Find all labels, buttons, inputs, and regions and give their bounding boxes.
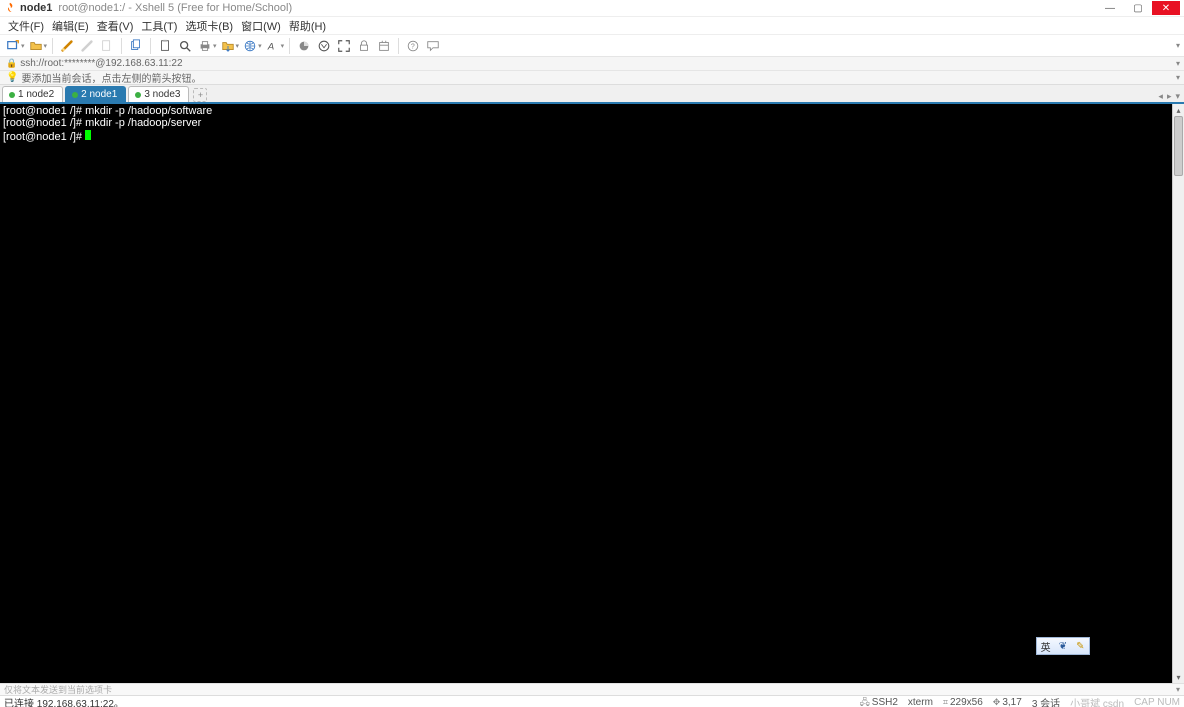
- app-icon: [4, 2, 16, 14]
- minimize-button[interactable]: —: [1096, 1, 1124, 15]
- tab-label: node2: [26, 89, 54, 100]
- menubar: 文件(F) 编辑(E) 查看(V) 工具(T) 选项卡(B) 窗口(W) 帮助(…: [0, 16, 1184, 34]
- separator: [52, 38, 53, 54]
- size-icon: ⌗: [943, 697, 948, 707]
- terminal[interactable]: [root@node1 /]# mkdir -p /hadoop/softwar…: [0, 104, 1172, 683]
- tip-bar: 💡 要添加当前会话，点击左侧的箭头按钮。 ▾: [0, 70, 1184, 84]
- address-text[interactable]: ssh://root:********@192.168.63.11:22: [20, 58, 182, 69]
- close-button[interactable]: ✕: [1152, 1, 1180, 15]
- scroll-thumb[interactable]: [1174, 116, 1183, 176]
- menu-tools[interactable]: 工具(T): [137, 18, 181, 34]
- toolbar: ▾ ▾ ▾ ▾ ▾ A ▾ ? ▾: [0, 34, 1184, 56]
- help-button[interactable]: ?: [404, 37, 422, 55]
- lock-icon: 🔒: [6, 58, 17, 69]
- reconnect-button[interactable]: [58, 37, 76, 55]
- menu-help[interactable]: 帮助(H): [285, 18, 330, 34]
- ime-mode-icon[interactable]: ❦: [1055, 641, 1071, 652]
- encoding-button[interactable]: [315, 37, 333, 55]
- new-session-button[interactable]: ▾: [4, 37, 25, 55]
- status-watermark: 小哥斌 csdn: [1070, 695, 1124, 707]
- print-button[interactable]: ▾: [196, 37, 217, 55]
- ime-tool-icon[interactable]: ✎: [1072, 641, 1088, 652]
- scrollbar[interactable]: ▴ ▾: [1172, 104, 1184, 683]
- tab-node1[interactable]: 2 node1: [65, 86, 126, 102]
- status-size: ⌗229x56: [943, 695, 983, 707]
- tab-prev-button[interactable]: ◂: [1158, 91, 1163, 102]
- separator: [398, 38, 399, 54]
- menu-view[interactable]: 查看(V): [93, 18, 138, 34]
- properties-button[interactable]: [98, 37, 116, 55]
- tab-number: 1: [18, 89, 24, 100]
- tab-number: 3: [144, 89, 150, 100]
- menu-edit[interactable]: 编辑(E): [48, 18, 93, 34]
- status-sessions: 3 会话: [1032, 695, 1060, 707]
- toolbar-overflow[interactable]: ▾: [1176, 41, 1180, 50]
- tab-bar: 1 node2 2 node1 3 node3 + ◂ ▸ ▾: [0, 84, 1184, 102]
- svg-text:A: A: [266, 41, 273, 52]
- separator: [121, 38, 122, 54]
- copy-button[interactable]: [127, 37, 145, 55]
- status-dot-icon: [135, 92, 141, 98]
- address-bar: 🔒 ssh://root:********@192.168.63.11:22 ▾: [0, 56, 1184, 70]
- tab-next-button[interactable]: ▸: [1167, 91, 1172, 102]
- separator: [289, 38, 290, 54]
- lock-button[interactable]: [355, 37, 373, 55]
- transfer-button[interactable]: ▾: [219, 37, 240, 55]
- tab-node3[interactable]: 3 node3: [128, 86, 189, 102]
- cursor-icon: ✥: [993, 697, 1001, 707]
- calendar-button[interactable]: [375, 37, 393, 55]
- hint-bar: 仅将文本发送到当前选项卡 ▾: [0, 683, 1184, 695]
- title-session-name: node1: [20, 2, 52, 14]
- scroll-track[interactable]: [1173, 116, 1184, 671]
- menu-file[interactable]: 文件(F): [4, 18, 48, 34]
- find-button[interactable]: [176, 37, 194, 55]
- status-ssh: 🖧SSH2: [860, 695, 898, 707]
- tab-node2[interactable]: 1 node2: [2, 86, 63, 102]
- menu-tabs[interactable]: 选项卡(B): [181, 18, 237, 34]
- svg-text:?: ?: [411, 43, 415, 50]
- paste-button[interactable]: [156, 37, 174, 55]
- addressbar-overflow[interactable]: ▾: [1176, 59, 1180, 68]
- status-dot-icon: [72, 92, 78, 98]
- color-scheme-button[interactable]: [295, 37, 313, 55]
- add-tab-button[interactable]: +: [193, 88, 207, 102]
- tipbar-overflow[interactable]: ▾: [1176, 73, 1180, 82]
- terminal-container: [root@node1 /]# mkdir -p /hadoop/softwar…: [0, 104, 1184, 683]
- web-button[interactable]: ▾: [241, 37, 262, 55]
- hintbar-overflow[interactable]: ▾: [1176, 685, 1180, 694]
- disconnect-button[interactable]: [78, 37, 96, 55]
- scroll-down-button[interactable]: ▾: [1173, 671, 1184, 683]
- tip-text: 要添加当前会话，点击左侧的箭头按钮。: [21, 70, 201, 85]
- status-bar: 已连接 192.168.63.11:22。 🖧SSH2 xterm ⌗229x5…: [0, 695, 1184, 707]
- tab-label: node1: [90, 89, 118, 100]
- titlebar: node1 root@node1:/ - Xshell 5 (Free for …: [0, 0, 1184, 16]
- menu-window[interactable]: 窗口(W): [237, 18, 285, 34]
- chat-button[interactable]: [424, 37, 442, 55]
- ime-widget[interactable]: 英 ❦ ✎: [1036, 637, 1090, 655]
- status-dot-icon: [9, 92, 15, 98]
- lightbulb-icon: 💡: [6, 72, 18, 83]
- tab-label: node3: [153, 89, 181, 100]
- ime-lang[interactable]: 英: [1038, 639, 1054, 654]
- hint-text: 仅将文本发送到当前选项卡: [4, 683, 112, 696]
- ssh-icon: 🖧: [860, 695, 870, 707]
- font-button[interactable]: A ▾: [264, 37, 285, 55]
- maximize-button[interactable]: ▢: [1124, 1, 1152, 15]
- status-cursor: ✥3,17: [993, 695, 1022, 707]
- status-connection: 已连接 192.168.63.11:22。: [4, 695, 124, 707]
- fullscreen-button[interactable]: [335, 37, 353, 55]
- title-description: root@node1:/ - Xshell 5 (Free for Home/S…: [58, 2, 292, 14]
- tab-number: 2: [81, 89, 87, 100]
- status-caps: CAP NUM: [1134, 695, 1180, 707]
- open-session-button[interactable]: ▾: [27, 37, 48, 55]
- scroll-up-button[interactable]: ▴: [1173, 104, 1184, 116]
- tab-list-button[interactable]: ▾: [1175, 91, 1180, 102]
- separator: [150, 38, 151, 54]
- status-term: xterm: [908, 695, 933, 707]
